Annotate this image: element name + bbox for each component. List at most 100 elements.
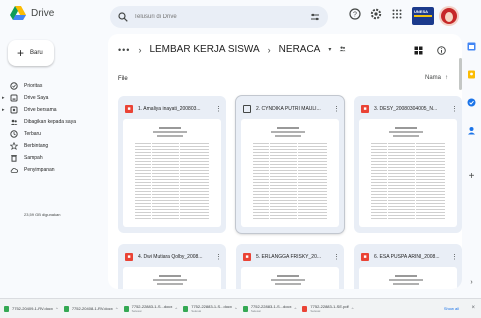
sidebar-item-label: Drive Saya — [24, 95, 49, 101]
breadcrumb: ••• › LEMBAR KERJA SISWA › NERACA ▾ — [118, 44, 346, 55]
more-actions-icon[interactable]: ⋮ — [333, 105, 340, 113]
new-button[interactable]: + Baru — [8, 40, 54, 66]
download-item-text: 7752-22883-1-S...docx Selesai — [191, 304, 232, 313]
organization-badge-text: UNESA — [414, 9, 429, 14]
download-item[interactable]: 7752-22883-1-S...docx Selesai ^ — [123, 304, 177, 313]
thumb-line — [157, 283, 183, 285]
breadcrumb-parent[interactable]: LEMBAR KERJA SISWA — [149, 44, 259, 55]
sidebar-item-my-drive[interactable]: ▸ Drive Saya — [0, 92, 110, 104]
cloud-icon — [10, 168, 18, 173]
download-item[interactable]: 7752-22883-1-SE.pdf Selesai ^ — [302, 304, 354, 313]
sidebar-item-label: Prioritas — [24, 83, 43, 89]
thumb-line — [275, 135, 301, 137]
drive-logo-icon — [10, 6, 26, 20]
file-thumbnail — [359, 267, 457, 289]
close-icon[interactable]: × — [471, 305, 475, 311]
sidebar-item-starred[interactable]: Berbintang — [0, 140, 110, 152]
file-card[interactable]: ■ 3. DESY_20080304005_N... ⋮ — [354, 96, 462, 233]
keep-icon[interactable] — [467, 70, 476, 79]
show-all-downloads-link[interactable]: Show all — [444, 306, 459, 311]
word-file-icon — [242, 305, 248, 312]
chevron-up-icon[interactable]: ^ — [56, 306, 58, 311]
chevron-up-icon[interactable]: ^ — [235, 306, 237, 311]
thumb-line — [159, 275, 181, 277]
download-item[interactable]: 7752-22883-1-S...docx Selesai ^ — [183, 304, 237, 313]
chevron-up-icon[interactable]: ^ — [295, 306, 297, 311]
help-icon[interactable]: ? — [349, 8, 361, 20]
breadcrumb-current[interactable]: NERACA — [279, 44, 321, 55]
download-item[interactable]: 7752-22883-1-S...docx Selesai ^ — [242, 304, 297, 313]
tasks-icon[interactable] — [467, 98, 476, 107]
file-name: 4. Dwi Mutiara Qolby_2008... — [138, 254, 203, 260]
sort-control[interactable]: Nama ↑ — [425, 75, 448, 81]
settings-icon[interactable] — [370, 8, 382, 20]
contacts-icon[interactable] — [467, 126, 476, 135]
sort-label: Nama — [424, 75, 441, 81]
sidebar-item-storage[interactable]: Penyimpanan — [0, 164, 110, 176]
top-icons: ? — [349, 8, 403, 20]
chevron-up-icon[interactable]: ^ — [116, 306, 118, 311]
search-options-icon[interactable] — [310, 12, 320, 22]
sidebar-item-recent[interactable]: Terbaru — [0, 128, 110, 140]
more-actions-icon[interactable]: ⋮ — [451, 105, 458, 113]
file-name: 6. ESA PUSPA ARINI_2008... — [374, 254, 440, 260]
thumb-table — [371, 143, 445, 221]
my-drive-icon — [10, 94, 18, 102]
organization-badge[interactable]: UNESA — [412, 7, 434, 25]
thumb-col — [415, 143, 416, 221]
chevron-up-icon[interactable]: ^ — [175, 306, 177, 311]
apps-grid-icon[interactable] — [391, 8, 403, 20]
svg-text:?: ? — [353, 12, 357, 19]
expand-caret-icon[interactable]: ▸ — [2, 107, 5, 113]
more-actions-icon[interactable]: ⋮ — [451, 253, 458, 261]
calendar-icon[interactable] — [467, 42, 476, 51]
download-status: Selesai — [131, 309, 142, 313]
download-file-name: 7752-20409-1-RV.docx — [12, 306, 53, 311]
sidebar-item-trash[interactable]: Sampah — [0, 152, 110, 164]
drive-logo[interactable]: Drive — [10, 6, 54, 20]
shared-folder-icon — [339, 45, 346, 54]
breadcrumb-separator-icon: › — [267, 44, 271, 55]
file-card[interactable]: 2. CYNDIKA PUTRI MAULI... ⋮ — [236, 96, 344, 233]
info-icon[interactable] — [437, 46, 446, 55]
app-name: Drive — [31, 7, 55, 19]
folder-menu-caret-icon[interactable]: ▾ — [328, 46, 331, 53]
more-actions-icon[interactable]: ⋮ — [333, 253, 340, 261]
breadcrumb-overflow[interactable]: ••• — [118, 45, 130, 55]
download-item-text: 7752-22883-1-SE.pdf Selesai — [310, 304, 348, 313]
file-card[interactable]: ■ 5. ERLANGGA FRISKY_20... ⋮ — [236, 244, 344, 289]
priority-icon — [10, 82, 18, 90]
file-card[interactable]: ■ 1. Amaliya inayati_200803... ⋮ — [118, 96, 226, 233]
sidebar-item-label: Sampah — [24, 155, 43, 161]
file-name: 3. DESY_20080304005_N... — [374, 106, 438, 112]
collapse-panel-icon[interactable]: › — [467, 278, 476, 287]
download-status: Selesai — [250, 309, 261, 313]
expand-caret-icon[interactable]: ▸ — [2, 95, 5, 101]
search-bar[interactable] — [110, 6, 328, 28]
sidebar-item-priority[interactable]: Prioritas — [0, 80, 110, 92]
download-status: Selesai — [191, 309, 202, 313]
chevron-up-icon[interactable]: ^ — [352, 306, 354, 311]
top-bar: Drive ? UNESA — [0, 0, 481, 34]
account-avatar[interactable] — [439, 6, 459, 26]
pdf-file-icon: ■ — [361, 105, 369, 113]
file-thumbnail — [123, 119, 221, 227]
pdf-file-icon — [302, 305, 308, 312]
thumb-col — [387, 143, 388, 221]
sidebar-item-shared-with-me[interactable]: Dibagikan kepada saya — [0, 116, 110, 128]
shared-drive-icon — [10, 106, 18, 114]
search-icon[interactable] — [118, 12, 128, 22]
file-card[interactable]: ■ 4. Dwi Mutiara Qolby_2008... ⋮ — [118, 244, 226, 289]
download-item[interactable]: 7752-20409-1-RV.docx ^ — [4, 305, 58, 312]
more-actions-icon[interactable]: ⋮ — [215, 253, 222, 261]
sidebar-item-label: Dibagikan kepada saya — [24, 119, 76, 125]
add-addon-icon[interactable]: + — [467, 172, 476, 182]
search-input[interactable] — [134, 14, 304, 20]
sidebar-item-label: Drive bersama — [24, 107, 57, 113]
download-item[interactable]: 7752-20408-1-RV.docx ^ — [63, 305, 118, 312]
more-actions-icon[interactable]: ⋮ — [215, 105, 222, 113]
thumb-line — [275, 283, 301, 285]
sidebar-item-shared-drives[interactable]: ▸ Drive bersama — [0, 104, 110, 116]
grid-view-icon[interactable] — [414, 46, 423, 55]
file-card[interactable]: ■ 6. ESA PUSPA ARINI_2008... ⋮ — [354, 244, 462, 289]
